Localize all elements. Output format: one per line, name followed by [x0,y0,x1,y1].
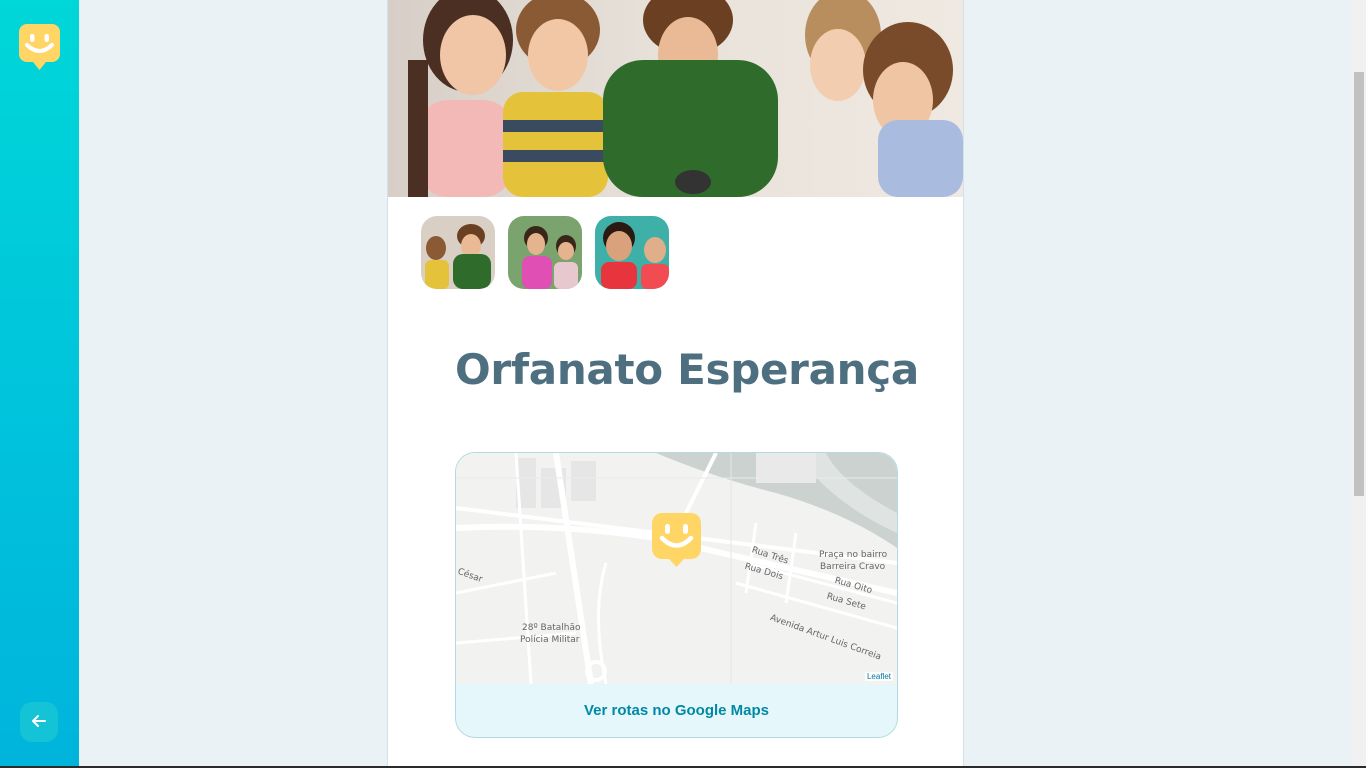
map[interactable]: Rua Três Rua Dois Praça no bairro Barrei… [456,453,897,685]
orphanage-details-card: Orfanato Esperança Rua Três Rua Dois Pra… [387,0,964,766]
gallery-thumbnail-3[interactable] [595,216,669,289]
map-container: Rua Três Rua Dois Praça no bairro Barrei… [455,452,898,738]
orphanage-name: Orfanato Esperança [455,345,919,394]
map-marker-icon[interactable] [652,513,701,572]
scrollbar-thumb[interactable] [1354,72,1364,496]
map-label-batalhao-1: 28º Batalhão [522,623,581,633]
gallery-thumbnail-2[interactable] [508,216,582,289]
arrow-left-icon [31,713,47,732]
gallery-thumbnail-1[interactable] [421,216,495,289]
map-label-praca-1: Praça no bairro [819,550,888,560]
leaflet-attribution[interactable]: Leaflet [864,672,893,681]
map-label-batalhao-2: Polícia Militar [520,635,580,645]
happy-logo-icon[interactable] [19,24,60,71]
sidebar [0,0,79,766]
hero-image [388,0,963,197]
back-button[interactable] [20,702,58,742]
map-label-praca-2: Barreira Cravo [820,562,886,572]
google-maps-directions-link[interactable]: Ver rotas no Google Maps [456,684,897,737]
